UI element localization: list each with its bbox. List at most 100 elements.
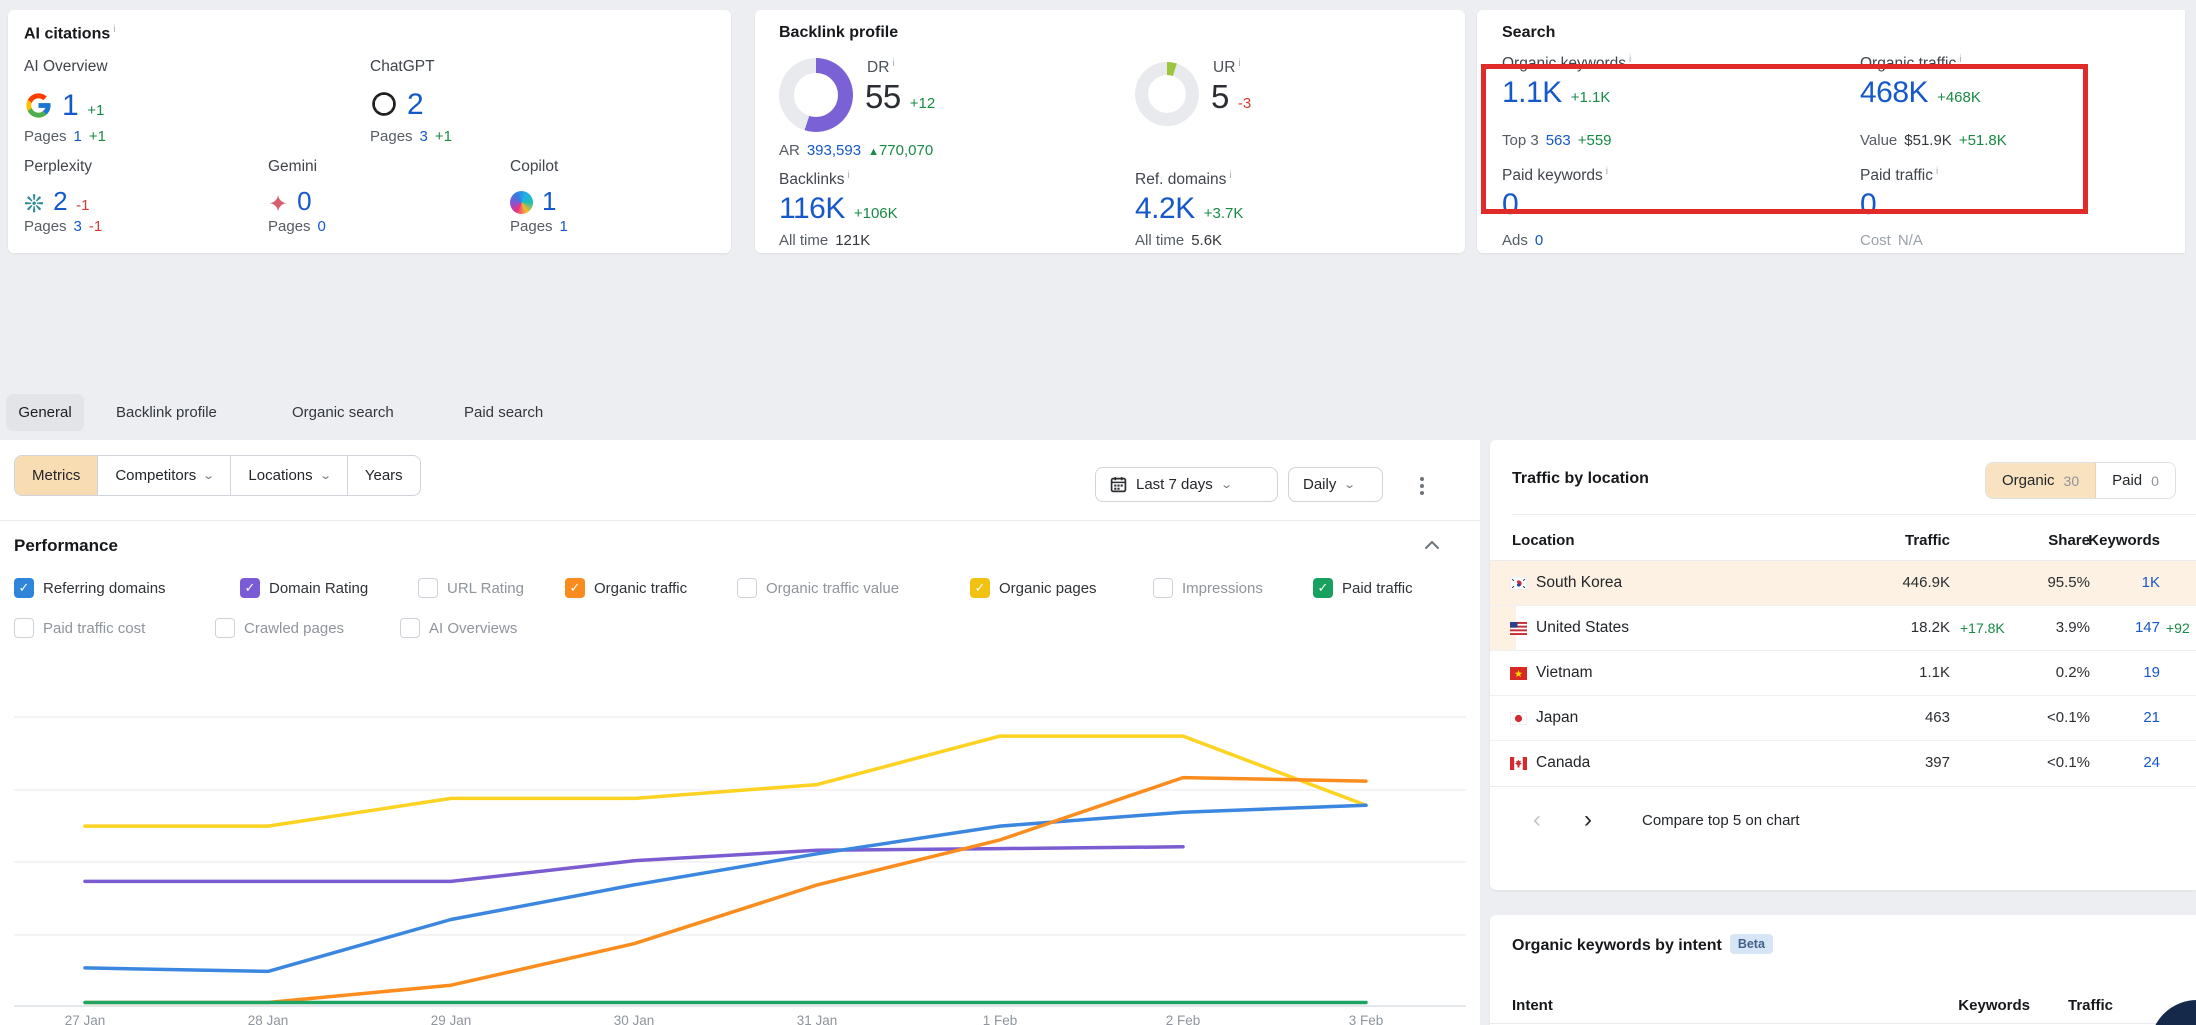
metric-checkbox-paid-traffic[interactable]: ✓Paid traffic bbox=[1313, 578, 1413, 598]
metric-checkbox-paid-traffic-cost[interactable]: Paid traffic cost bbox=[14, 618, 145, 638]
info-icon[interactable]: i bbox=[847, 170, 849, 181]
backlinks-alltime: All time121K bbox=[779, 232, 870, 249]
keywords-link[interactable]: 19 bbox=[2088, 664, 2160, 681]
col-intent[interactable]: Intent bbox=[1512, 997, 1553, 1014]
metric-checkbox-organic-traffic-value[interactable]: Organic traffic value bbox=[737, 578, 899, 598]
metric-checkbox-url-rating[interactable]: URL Rating bbox=[418, 578, 524, 598]
metric-checkbox-row: ✓ Referring domains ✓Domain Rating URL Rati… bbox=[0, 578, 1480, 604]
checkbox-icon[interactable]: ✓ bbox=[14, 578, 34, 598]
tab-general[interactable]: General bbox=[6, 394, 84, 431]
filter-metrics[interactable]: Metrics bbox=[15, 456, 98, 495]
gemini-value[interactable]: 0 bbox=[297, 186, 311, 217]
organic-keywords-value[interactable]: 1.1K bbox=[1502, 76, 1562, 110]
col-traffic[interactable]: Traffic bbox=[1830, 532, 1950, 549]
copilot-value[interactable]: 1 bbox=[542, 186, 556, 217]
info-icon[interactable]: i bbox=[1629, 54, 1631, 65]
pages-count[interactable]: 1 bbox=[74, 128, 82, 145]
paid-keywords-value[interactable]: 0 bbox=[1502, 188, 1518, 222]
checkbox-icon[interactable] bbox=[400, 618, 420, 638]
backlinks-value[interactable]: 116K bbox=[779, 192, 845, 226]
perplexity-value[interactable]: 2 bbox=[53, 186, 67, 217]
pages-count[interactable]: 1 bbox=[560, 218, 568, 235]
col-keywords[interactable]: Keywords bbox=[2088, 532, 2160, 549]
col-intent-traffic[interactable]: Traffic bbox=[2040, 997, 2113, 1014]
x-axis-tick-label: 29 Jan bbox=[431, 1013, 472, 1025]
chevron-down-icon: ⌄ bbox=[1344, 478, 1357, 491]
checkbox-icon[interactable]: ✓ bbox=[970, 578, 990, 598]
filter-locations[interactable]: Locations⌄ bbox=[231, 456, 347, 495]
checkbox-label: Impressions bbox=[1182, 580, 1263, 597]
date-range-button[interactable]: Last 7 days ⌄ bbox=[1095, 467, 1278, 502]
toggle-organic[interactable]: Organic30 bbox=[1986, 463, 2096, 498]
metric-checkbox-domain-rating[interactable]: ✓Domain Rating bbox=[240, 578, 368, 598]
keywords-link[interactable]: 24 bbox=[2088, 754, 2160, 771]
traffic-value: 1.1K bbox=[1830, 664, 1950, 681]
info-icon[interactable]: i bbox=[1936, 166, 1938, 177]
info-icon[interactable]: i bbox=[892, 58, 894, 69]
top3-value[interactable]: 563 bbox=[1546, 132, 1571, 149]
collapse-chevron-icon[interactable] bbox=[1424, 540, 1440, 550]
checkbox-icon[interactable]: ✓ bbox=[240, 578, 260, 598]
col-location[interactable]: Location bbox=[1512, 532, 1575, 549]
metric-checkbox-crawled-pages[interactable]: Crawled pages bbox=[215, 618, 344, 638]
metric-checkbox-ai-overviews[interactable]: AI Overviews bbox=[400, 618, 517, 638]
col-intent-keywords[interactable]: Keywords bbox=[1930, 997, 2030, 1014]
toggle-paid[interactable]: Paid0 bbox=[2096, 463, 2175, 498]
location-row-kr[interactable]: South Korea446.9K95.5%1K bbox=[1490, 561, 2196, 606]
checkbox-icon[interactable] bbox=[737, 578, 757, 598]
paid-traffic-value-row: 0 bbox=[1860, 188, 1876, 222]
filter-years[interactable]: Years bbox=[348, 456, 420, 495]
keywords-link[interactable]: 147 bbox=[2088, 619, 2160, 636]
info-icon[interactable]: i bbox=[1229, 170, 1231, 181]
compare-top5-link[interactable]: Compare top 5 on chart bbox=[1642, 812, 1800, 829]
flag-icon-kr bbox=[1510, 577, 1527, 590]
ref-domains-value[interactable]: 4.2K bbox=[1135, 192, 1195, 226]
checkbox-icon[interactable] bbox=[418, 578, 438, 598]
keywords-link[interactable]: 21 bbox=[2088, 709, 2160, 726]
col-share[interactable]: Share bbox=[2010, 532, 2090, 549]
info-icon[interactable]: i bbox=[1238, 58, 1240, 69]
checkbox-label: Referring domains bbox=[43, 580, 166, 597]
location-row-ca[interactable]: Canada397<0.1%24 bbox=[1490, 741, 2196, 786]
checkbox-icon[interactable]: ✓ bbox=[565, 578, 585, 598]
tab-organic-search[interactable]: Organic search bbox=[292, 404, 394, 421]
chevron-down-icon: ⌄ bbox=[1220, 478, 1233, 491]
more-options-button[interactable] bbox=[1420, 477, 1424, 495]
performance-chart[interactable]: 27 Jan28 Jan29 Jan30 Jan31 Jan1 Feb2 Feb… bbox=[0, 660, 1480, 1025]
location-row-vn[interactable]: Vietnam1.1K0.2%19 bbox=[1490, 651, 2196, 696]
chatgpt-value[interactable]: 2 bbox=[407, 88, 423, 122]
metric-checkbox-referring-domains[interactable]: ✓ Referring domains bbox=[14, 578, 166, 598]
ar-value[interactable]: 393,593 bbox=[807, 142, 861, 159]
checkbox-icon[interactable]: ✓ bbox=[1313, 578, 1333, 598]
metric-checkbox-organic-pages[interactable]: ✓Organic pages bbox=[970, 578, 1097, 598]
gemini-pages: Pages0 bbox=[268, 218, 326, 235]
info-icon[interactable]: i bbox=[1606, 166, 1608, 177]
organic-keywords-delta: +1.1K bbox=[1571, 89, 1611, 106]
location-name: Canada bbox=[1536, 754, 1590, 772]
location-name: South Korea bbox=[1536, 574, 1622, 592]
gemini-label: Gemini bbox=[268, 158, 317, 176]
ai-overview-value[interactable]: 1 bbox=[62, 89, 78, 123]
prev-page-icon[interactable]: ‹ bbox=[1533, 808, 1541, 832]
tab-paid-search[interactable]: Paid search bbox=[464, 404, 543, 421]
pages-count[interactable]: 3 bbox=[420, 128, 428, 145]
tab-backlink-profile[interactable]: Backlink profile bbox=[116, 404, 217, 421]
checkbox-icon[interactable] bbox=[14, 618, 34, 638]
checkbox-icon[interactable] bbox=[1153, 578, 1173, 598]
checkbox-icon[interactable] bbox=[215, 618, 235, 638]
info-icon[interactable]: i bbox=[113, 24, 115, 35]
ai-overview-pages: Pages1+1 bbox=[24, 128, 106, 145]
info-icon[interactable]: i bbox=[1959, 54, 1961, 65]
granularity-button[interactable]: Daily ⌄ bbox=[1288, 467, 1383, 502]
organic-traffic-value[interactable]: 468K bbox=[1860, 76, 1928, 110]
next-page-icon[interactable]: › bbox=[1584, 808, 1592, 832]
filter-competitors[interactable]: Competitors⌄ bbox=[98, 456, 231, 495]
metric-checkbox-impressions[interactable]: Impressions bbox=[1153, 578, 1263, 598]
paid-traffic-value[interactable]: 0 bbox=[1860, 188, 1876, 222]
location-row-jp[interactable]: Japan463<0.1%21 bbox=[1490, 696, 2196, 741]
pages-count[interactable]: 0 bbox=[318, 218, 326, 235]
pages-count[interactable]: 3 bbox=[74, 218, 82, 235]
metric-checkbox-organic-traffic[interactable]: ✓Organic traffic bbox=[565, 578, 687, 598]
location-row-us[interactable]: United States18.2K+17.8K3.9%147+92 bbox=[1490, 606, 2196, 651]
keywords-link[interactable]: 1K bbox=[2088, 574, 2160, 591]
